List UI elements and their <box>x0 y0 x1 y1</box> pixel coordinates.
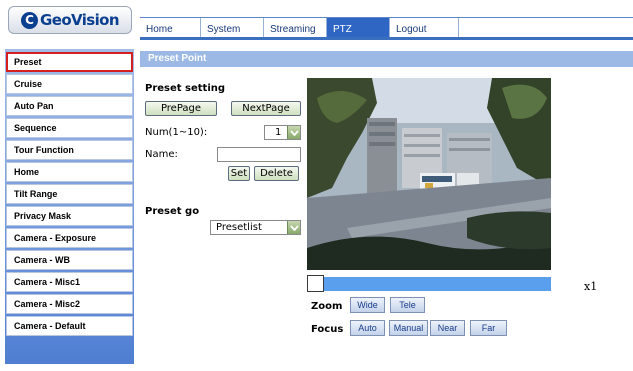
prepage-button[interactable]: PrePage <box>145 101 217 116</box>
sidebar-item-cruise[interactable]: Cruise <box>6 74 133 94</box>
zoom-slider-bar[interactable] <box>324 277 551 291</box>
preset-go-heading: Preset go <box>145 206 200 217</box>
tab-logout[interactable]: Logout <box>390 18 459 37</box>
zoom-level-indicator <box>307 275 324 292</box>
tab-ptz[interactable]: PTZ <box>327 18 390 37</box>
zoom-tele-button[interactable]: Tele <box>390 297 425 313</box>
preset-setting-heading: Preset setting <box>145 83 226 94</box>
top-navigation: Home System Streaming PTZ Logout <box>140 17 633 40</box>
num-select-value: 1 <box>275 127 282 138</box>
sidebar-item-home[interactable]: Home <box>6 162 133 182</box>
chevron-down-icon[interactable] <box>287 126 300 139</box>
name-input[interactable] <box>217 147 301 162</box>
focus-auto-button[interactable]: Auto <box>350 320 385 336</box>
name-label: Name: <box>145 149 178 160</box>
focus-manual-button[interactable]: Manual <box>389 320 428 336</box>
zoom-wide-button[interactable]: Wide <box>350 297 385 313</box>
tab-system[interactable]: System <box>201 18 264 37</box>
sidebar-item-camera-misc1[interactable]: Camera - Misc1 <box>6 272 133 292</box>
focus-near-button[interactable]: Near <box>430 320 465 336</box>
sidebar-item-privacy-mask[interactable]: Privacy Mask <box>6 206 133 226</box>
nextpage-button[interactable]: NextPage <box>231 101 301 116</box>
sidebar-item-camera-misc2[interactable]: Camera - Misc2 <box>6 294 133 314</box>
camera-video-feed[interactable] <box>307 78 551 270</box>
sidebar-item-sequence[interactable]: Sequence <box>6 118 133 138</box>
presetlist-select-value: Presetlist <box>216 222 262 233</box>
set-button[interactable]: Set <box>228 166 250 181</box>
presetlist-select[interactable]: Presetlist <box>210 220 301 235</box>
sidebar-item-auto-pan[interactable]: Auto Pan <box>6 96 133 116</box>
logo-area: C GeoVision <box>0 0 140 38</box>
delete-button[interactable]: Delete <box>254 166 299 181</box>
tab-streaming[interactable]: Streaming <box>264 18 327 37</box>
sidebar-item-camera-wb[interactable]: Camera - WB <box>6 250 133 270</box>
geovision-logo: C GeoVision <box>8 6 132 34</box>
sidebar: Preset Cruise Auto Pan Sequence Tour Fun… <box>0 40 140 371</box>
focus-label: Focus <box>311 324 344 335</box>
sidebar-item-preset[interactable]: Preset <box>6 52 133 72</box>
camera-scene-image <box>307 78 551 270</box>
sidebar-item-tour-function[interactable]: Tour Function <box>6 140 133 160</box>
section-title: Preset Point <box>140 51 633 67</box>
sidebar-item-camera-exposure[interactable]: Camera - Exposure <box>6 228 133 248</box>
sidebar-item-tilt-range[interactable]: Tilt Range <box>6 184 133 204</box>
num-label: Num(1~10): <box>145 127 208 138</box>
focus-far-button[interactable]: Far <box>470 320 507 336</box>
zoom-label: Zoom <box>311 301 343 312</box>
chevron-down-icon[interactable] <box>287 221 300 234</box>
logo-mark-icon: C <box>21 11 39 29</box>
tab-home[interactable]: Home <box>140 18 201 37</box>
sidebar-item-camera-default[interactable]: Camera - Default <box>6 316 133 336</box>
logo-text: GeoVision <box>40 11 120 29</box>
num-select[interactable]: 1 <box>264 125 301 140</box>
zoom-readout: x1 <box>584 280 598 293</box>
